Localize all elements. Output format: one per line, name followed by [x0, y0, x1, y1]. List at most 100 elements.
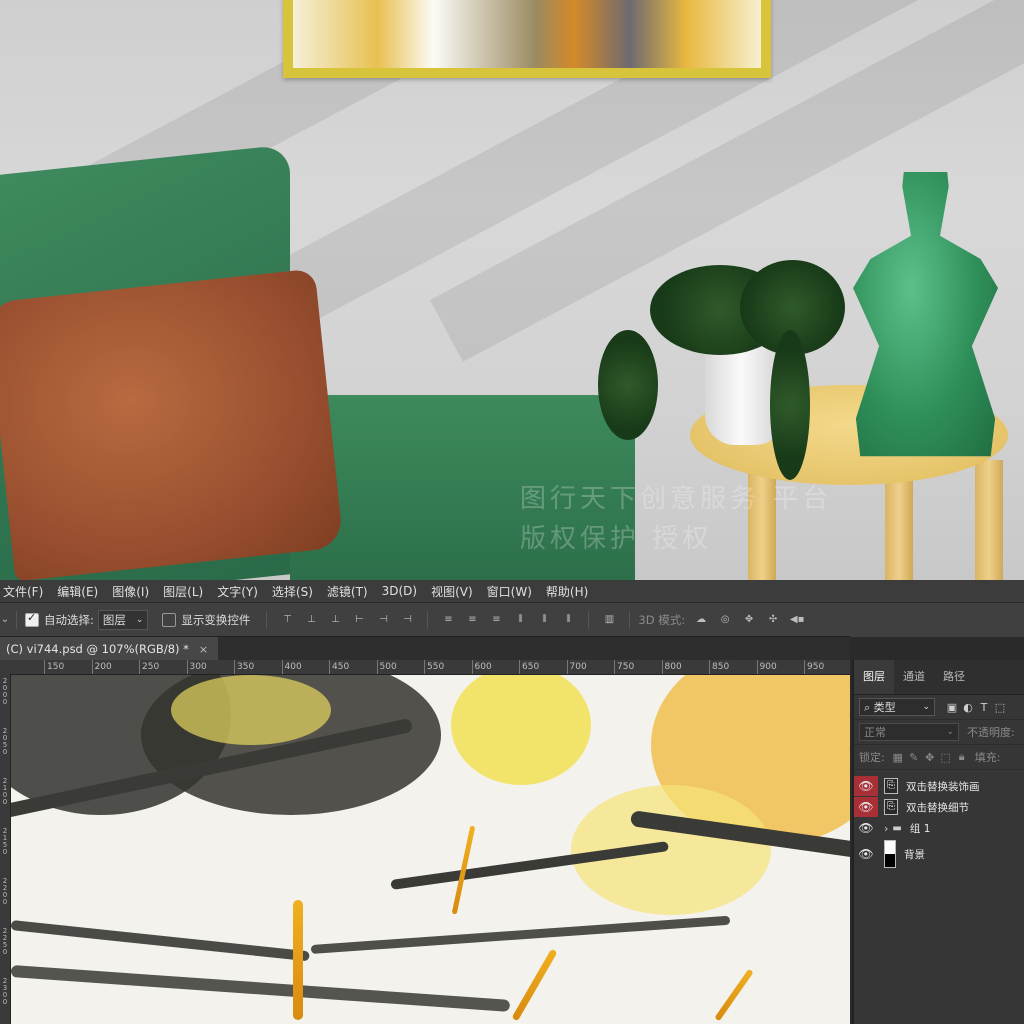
yellow-wash — [171, 675, 331, 745]
layer-row[interactable]: 👁︎ ⎘ 双击替换细节 — [854, 797, 1024, 817]
document-tab-title: (C) vi744.psd @ 107%(RGB/8) * — [6, 642, 189, 656]
distribute-right-icon[interactable]: ⦀ — [560, 613, 576, 627]
lock-transparent-icon[interactable]: ▦ — [891, 751, 905, 764]
eye-icon[interactable]: 👁︎ — [854, 821, 878, 835]
horizontal-ruler[interactable]: 150 200 250 300 350 400 450 500 550 600 650 700 750 8… — [10, 660, 850, 675]
3d-scale-icon[interactable]: ◀▪ — [789, 613, 805, 627]
lock-position-icon[interactable]: ✥ — [923, 751, 937, 764]
watermark-text: 版权保护 授权 — [520, 524, 713, 554]
eye-icon[interactable]: 👁︎ — [854, 776, 878, 796]
distribute-top-icon[interactable]: ≡ — [440, 613, 456, 627]
menu-item[interactable]: 文字(Y) — [210, 583, 265, 600]
ruler-tick-label: 300 — [186, 660, 207, 674]
menu-item[interactable]: 3D(D) — [375, 584, 424, 598]
auto-select-target-dropdown[interactable]: 图层 ⌄ — [97, 610, 149, 630]
ruler-tick-label: 2 3 0 0 — [2, 977, 8, 1006]
show-transform-checkbox[interactable] — [162, 613, 177, 627]
ruler-origin[interactable] — [0, 660, 10, 674]
lock-artboard-icon[interactable]: ⬚ — [939, 751, 953, 764]
auto-select-label: 自动选择: — [44, 613, 94, 627]
menu-item[interactable]: 窗口(W) — [480, 583, 539, 600]
panel-tab[interactable]: 路径 — [934, 660, 974, 694]
blend-mode-value: 正常 — [864, 726, 886, 739]
ruler-tick-label: 650 — [519, 660, 539, 674]
ruler-tick-label: 2 1 0 0 — [2, 777, 8, 806]
ruler-tick-label: 550 — [424, 660, 444, 674]
3d-orbit-icon[interactable]: ☁ — [693, 613, 709, 627]
layer-name: 双击替换细节 — [906, 801, 969, 814]
align-top-icon[interactable]: ⊤ — [279, 613, 295, 627]
panel-tab[interactable]: 图层 — [854, 660, 894, 694]
layer-row[interactable]: 👁︎ › ▬ 组 1 — [854, 818, 1024, 838]
document-tab[interactable]: (C) vi744.psd @ 107%(RGB/8) * × — [0, 637, 219, 661]
document-canvas[interactable] — [11, 675, 850, 1024]
ruler-tick-label: 150 — [44, 660, 64, 674]
distribute-vcenter-icon[interactable]: ≡ — [464, 613, 480, 627]
ruler-tick-label: 900 — [756, 660, 777, 674]
align-hcenter-icon[interactable]: ⊣ — [375, 613, 391, 627]
menu-item[interactable]: 滤镜(T) — [320, 583, 375, 600]
table-leg — [975, 460, 1003, 580]
menu-bar: 文件(F) 编辑(E) 图像(I) 图层(L) 文字(Y) 选择(S) 滤镜(T) 3D(D)… — [0, 580, 1024, 602]
align-right-icon[interactable]: ⊣ — [399, 613, 415, 627]
eye-icon[interactable]: 👁︎ — [854, 797, 878, 817]
ruler-tick-label: 500 — [376, 660, 397, 674]
tool-options-bar: ⌄ 自动选择: 图层 ⌄ 显示变换控件 ⊤ ⊥ ⊥ ⊢ ⊣ ⊣ ≡ ≡ ≡ ⦀ … — [0, 602, 1024, 637]
folder-icon: ▬ — [892, 822, 902, 834]
align-vcenter-icon[interactable]: ⊥ — [303, 613, 319, 627]
ruler-tick-label: 350 — [234, 660, 254, 674]
filter-type-icon[interactable]: T — [977, 701, 991, 714]
orange-brush-stroke — [293, 900, 303, 1020]
ruler-tick-label: 2 2 0 0 — [2, 877, 8, 906]
filter-shape-icon[interactable]: ⬚ — [993, 701, 1007, 714]
plant-foliage — [598, 330, 658, 440]
distribute-bottom-icon[interactable]: ≡ — [488, 613, 504, 627]
ruler-tick-label: 850 — [709, 660, 729, 674]
chevron-down-icon: ⌄ — [135, 615, 144, 625]
eye-icon[interactable]: 👁︎ — [854, 847, 878, 861]
filter-adjustment-icon[interactable]: ◐ — [961, 701, 975, 714]
3d-pan-icon[interactable]: ✥ — [741, 613, 757, 627]
mockup-preview-image: 图行天下创意服务 平台 版权保护 授权 — [0, 0, 1024, 580]
3d-slide-icon[interactable]: ✣ — [765, 613, 781, 627]
ruler-tick-label: 750 — [614, 660, 634, 674]
layer-row[interactable]: 👁︎ 背景 — [854, 839, 1024, 869]
panel-tab-bar: 图层 通道 路径 — [854, 660, 1024, 695]
menu-item[interactable]: 视图(V) — [424, 583, 480, 600]
chevron-down-icon[interactable]: ⌄ — [0, 613, 10, 627]
menu-item[interactable]: 文件(F) — [0, 583, 50, 600]
layer-name: 双击替换装饰画 — [906, 780, 980, 793]
smart-object-thumbnail: ⎘ — [884, 799, 898, 815]
ruler-tick-label: 700 — [566, 660, 587, 674]
ruler-tick-label: 2 0 5 0 — [2, 727, 8, 756]
blend-row: 正常 ⌄ 不透明度: — [854, 720, 1024, 745]
chevron-down-icon: ⌄ — [946, 727, 954, 737]
3d-mode-label: 3D 模式: — [638, 613, 686, 627]
panel-tab[interactable]: 通道 — [894, 660, 934, 694]
menu-item[interactable]: 帮助(H) — [539, 583, 595, 600]
layer-filter-dropdown[interactable]: ⌕ 类型 ⌄ — [859, 698, 935, 716]
3d-roll-icon[interactable]: ◎ — [717, 613, 733, 627]
menu-item[interactable]: 图像(I) — [105, 583, 156, 600]
ink-stroke — [11, 920, 310, 962]
lock-all-icon[interactable]: 🔒︎ — [955, 750, 969, 764]
menu-item[interactable]: 图层(L) — [156, 583, 210, 600]
search-icon: ⌕ — [864, 701, 871, 714]
menu-item[interactable]: 编辑(E) — [50, 583, 105, 600]
align-bottom-icon[interactable]: ⊥ — [327, 613, 343, 627]
align-left-icon[interactable]: ⊢ — [351, 613, 367, 627]
menu-item[interactable]: 选择(S) — [265, 583, 320, 600]
layer-row[interactable]: 👁︎ ⎘ 双击替换装饰画 — [854, 776, 1024, 796]
auto-select-checkbox[interactable] — [25, 611, 39, 627]
distribute-hcenter-icon[interactable]: ⦀ — [536, 613, 552, 627]
ruler-tick-label: 950 — [804, 660, 824, 674]
lock-image-icon[interactable]: ✎ — [907, 751, 921, 764]
ruler-tick-label: 200 — [91, 660, 112, 674]
chevron-right-icon[interactable]: › — [884, 822, 888, 835]
close-icon[interactable]: × — [199, 643, 208, 656]
auto-align-icon[interactable]: ▥ — [601, 613, 617, 627]
distribute-left-icon[interactable]: ⦀ — [512, 613, 528, 627]
vertical-ruler[interactable]: 2 0 0 0 2 0 5 0 2 1 0 0 2 1 5 0 2 2 0 0 2 2 5… — [0, 674, 11, 1024]
blend-mode-dropdown[interactable]: 正常 ⌄ — [859, 723, 959, 741]
filter-pixel-icon[interactable]: ▣ — [945, 701, 959, 714]
